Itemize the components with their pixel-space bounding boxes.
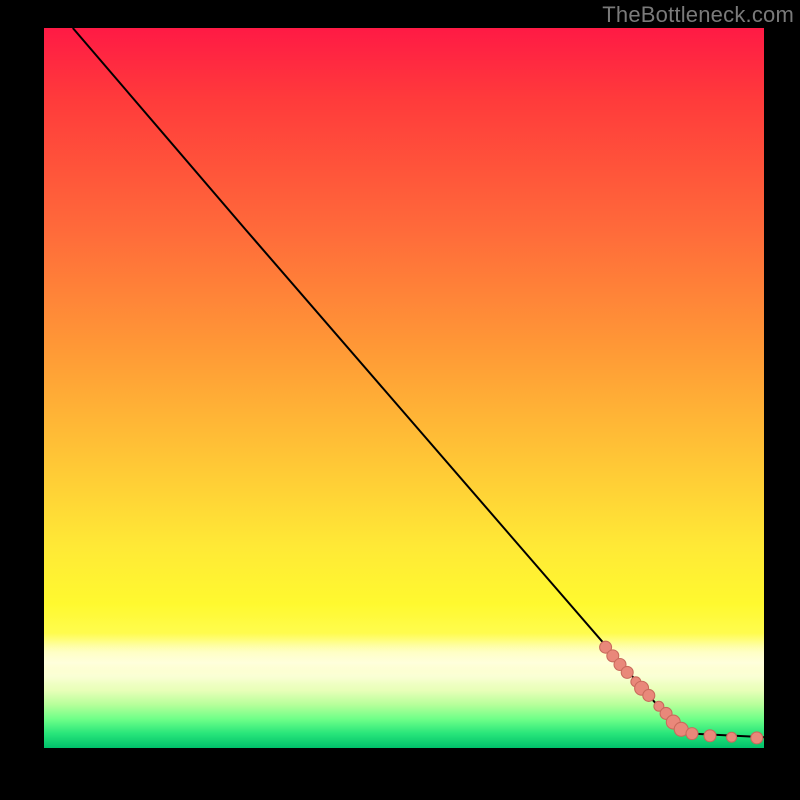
watermark-text: TheBottleneck.com <box>602 2 794 28</box>
data-markers <box>600 641 763 744</box>
data-marker <box>704 730 716 742</box>
chart-frame: TheBottleneck.com <box>0 0 800 800</box>
bottleneck-curve <box>73 28 764 737</box>
data-marker <box>643 689 655 701</box>
data-marker <box>621 666 633 678</box>
plot-area <box>44 28 764 748</box>
data-marker <box>751 732 763 744</box>
data-marker <box>686 728 698 740</box>
chart-svg <box>44 28 764 748</box>
data-marker <box>727 732 737 742</box>
